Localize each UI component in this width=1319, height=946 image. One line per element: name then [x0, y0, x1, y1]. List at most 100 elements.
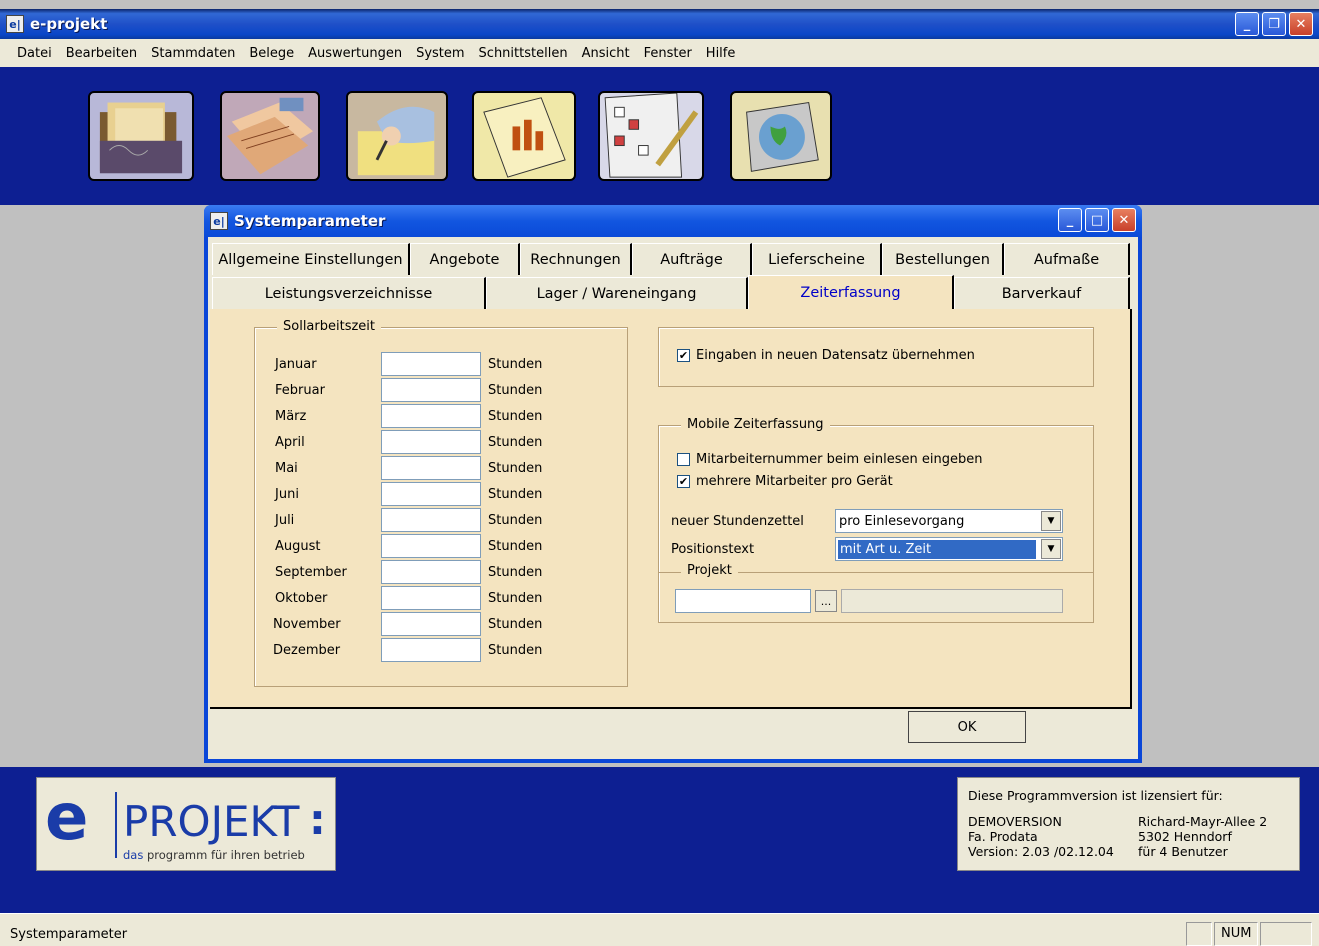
- dezember-hours-input[interactable]: [381, 638, 481, 662]
- app-logo-icon[interactable]: e|: [6, 15, 24, 33]
- month-label: Januar: [275, 357, 317, 372]
- dialog-minimize-button[interactable]: _: [1058, 208, 1082, 232]
- dialog-close-button[interactable]: ✕: [1112, 208, 1136, 232]
- month-row-februar: Februar Stunden: [255, 378, 625, 402]
- august-hours-input[interactable]: [381, 534, 481, 558]
- ok-button[interactable]: OK: [908, 711, 1026, 743]
- unit-label: Stunden: [488, 643, 543, 658]
- minimize-button[interactable]: _: [1235, 12, 1259, 36]
- eingaben-group: ✔ Eingaben in neuen Datensatz übernehmen: [658, 327, 1094, 387]
- tab-allgemeine-einstellungen[interactable]: Allgemeine Einstellungen: [212, 243, 410, 275]
- archive-folders-icon[interactable]: [88, 91, 194, 181]
- maerz-hours-input[interactable]: [381, 404, 481, 428]
- menu-belege[interactable]: Belege: [242, 46, 301, 61]
- dropdown-arrow-icon[interactable]: ▼: [1041, 511, 1061, 531]
- eingaben-uebernehmen-checkbox[interactable]: ✔ Eingaben in neuen Datensatz übernehmen: [677, 348, 975, 363]
- bar-chart-document-icon[interactable]: [472, 91, 576, 181]
- dialog-title-bar: e| Systemparameter _ □ ✕: [204, 205, 1142, 237]
- tab-auftraege[interactable]: Aufträge: [632, 243, 752, 275]
- status-cell-empty: [1186, 922, 1212, 946]
- menu-stammdaten[interactable]: Stammdaten: [144, 46, 242, 61]
- dialog-title: Systemparameter: [234, 212, 386, 230]
- tab-rechnungen[interactable]: Rechnungen: [520, 243, 632, 275]
- month-label: September: [275, 565, 347, 580]
- mai-hours-input[interactable]: [381, 456, 481, 480]
- tagline-das: das: [123, 848, 144, 862]
- april-hours-input[interactable]: [381, 430, 481, 454]
- papers-stack-icon[interactable]: [220, 91, 320, 181]
- projekt-browse-button[interactable]: ...: [815, 590, 837, 612]
- juli-hours-input[interactable]: [381, 508, 481, 532]
- writing-hand-icon[interactable]: [346, 91, 448, 181]
- menu-bearbeiten[interactable]: Bearbeiten: [59, 46, 144, 61]
- november-hours-input[interactable]: [381, 612, 481, 636]
- tagline-rest: programm für ihren betrieb: [143, 848, 305, 862]
- checkbox-checked-icon: ✔: [677, 475, 690, 488]
- tab-zeiterfassung[interactable]: Zeiterfassung: [748, 275, 954, 309]
- month-row-april: April Stunden: [255, 430, 625, 454]
- tab-leistungsverzeichnisse[interactable]: Leistungsverzeichnisse: [212, 277, 486, 309]
- checklist-pen-icon[interactable]: [598, 91, 704, 181]
- month-row-mai: Mai Stunden: [255, 456, 625, 480]
- menu-ansicht[interactable]: Ansicht: [575, 46, 637, 61]
- mitarbeiternummer-checkbox[interactable]: Mitarbeiternummer beim einlesen eingeben: [677, 452, 982, 467]
- projekt-legend: Projekt: [681, 563, 738, 578]
- month-label: Dezember: [273, 643, 341, 658]
- neuer-stundenzettel-label: neuer Stundenzettel: [671, 514, 804, 529]
- checkbox-unchecked-icon: [677, 453, 690, 466]
- tab-lager-wareneingang[interactable]: Lager / Wareneingang: [486, 277, 748, 309]
- month-row-januar: Januar Stunden: [255, 352, 625, 376]
- oktober-hours-input[interactable]: [381, 586, 481, 610]
- restore-button[interactable]: ❐: [1262, 12, 1286, 36]
- september-hours-input[interactable]: [381, 560, 481, 584]
- close-button[interactable]: ✕: [1289, 12, 1313, 36]
- menu-bar: Datei Bearbeiten Stammdaten Belege Auswe…: [0, 39, 1319, 67]
- logo-word: PROJEKT: [123, 797, 300, 846]
- menu-schnittstellen[interactable]: Schnittstellen: [472, 46, 575, 61]
- systemparameter-dialog: e| Systemparameter _ □ ✕ Allgemeine Eins…: [204, 205, 1142, 763]
- tab-lieferscheine[interactable]: Lieferscheine: [752, 243, 882, 275]
- globe-monitor-icon[interactable]: [730, 91, 832, 181]
- tab-barverkauf[interactable]: Barverkauf: [954, 277, 1130, 309]
- februar-hours-input[interactable]: [381, 378, 481, 402]
- unit-label: Stunden: [488, 565, 543, 580]
- menu-auswertungen[interactable]: Auswertungen: [301, 46, 409, 61]
- tab-bestellungen[interactable]: Bestellungen: [882, 243, 1004, 275]
- mobile-zeiterfassung-legend: Mobile Zeiterfassung: [681, 417, 830, 432]
- month-label: Februar: [275, 383, 325, 398]
- januar-hours-input[interactable]: [381, 352, 481, 376]
- month-row-august: August Stunden: [255, 534, 625, 558]
- unit-label: Stunden: [488, 487, 543, 502]
- menu-fenster[interactable]: Fenster: [637, 46, 699, 61]
- month-label: März: [275, 409, 307, 424]
- positionstext-select[interactable]: mit Art u. Zeit ▼: [835, 537, 1063, 561]
- dialog-maximize-button[interactable]: □: [1085, 208, 1109, 232]
- license-left-line: Version: 2.03 /02.12.04: [968, 844, 1114, 859]
- projekt-input[interactable]: [675, 589, 811, 613]
- menu-system[interactable]: System: [409, 46, 471, 61]
- month-row-juli: Juli Stunden: [255, 508, 625, 532]
- month-row-juni: Juni Stunden: [255, 482, 625, 506]
- unit-label: Stunden: [488, 357, 543, 372]
- positionstext-label: Positionstext: [671, 542, 755, 557]
- unit-label: Stunden: [488, 461, 543, 476]
- unit-label: Stunden: [488, 539, 543, 554]
- neuer-stundenzettel-select[interactable]: pro Einlesevorgang ▼: [835, 509, 1063, 533]
- tab-aufmasse[interactable]: Aufmaße: [1004, 243, 1130, 275]
- month-row-maerz: März Stunden: [255, 404, 625, 428]
- juni-hours-input[interactable]: [381, 482, 481, 506]
- dropdown-arrow-icon[interactable]: ▼: [1041, 539, 1061, 559]
- toolbar: [0, 67, 1319, 205]
- dialog-app-icon: e|: [210, 212, 228, 230]
- license-left-line: DEMOVERSION: [968, 814, 1062, 829]
- license-right-column: Richard-Mayr-Allee 2 5302 Henndorf für 4…: [1138, 814, 1267, 859]
- menu-datei[interactable]: Datei: [10, 46, 59, 61]
- mehrere-mitarbeiter-checkbox[interactable]: ✔ mehrere Mitarbeiter pro Gerät: [677, 474, 893, 489]
- checkbox-label: Eingaben in neuen Datensatz übernehmen: [696, 348, 975, 363]
- checkbox-checked-icon: ✔: [677, 349, 690, 362]
- logo-tagline: das programm für ihren betrieb: [123, 848, 305, 862]
- status-num-indicator: NUM: [1214, 922, 1258, 946]
- menu-hilfe[interactable]: Hilfe: [699, 46, 743, 61]
- checkbox-label: Mitarbeiternummer beim einlesen eingeben: [696, 452, 983, 467]
- tab-angebote[interactable]: Angebote: [410, 243, 520, 275]
